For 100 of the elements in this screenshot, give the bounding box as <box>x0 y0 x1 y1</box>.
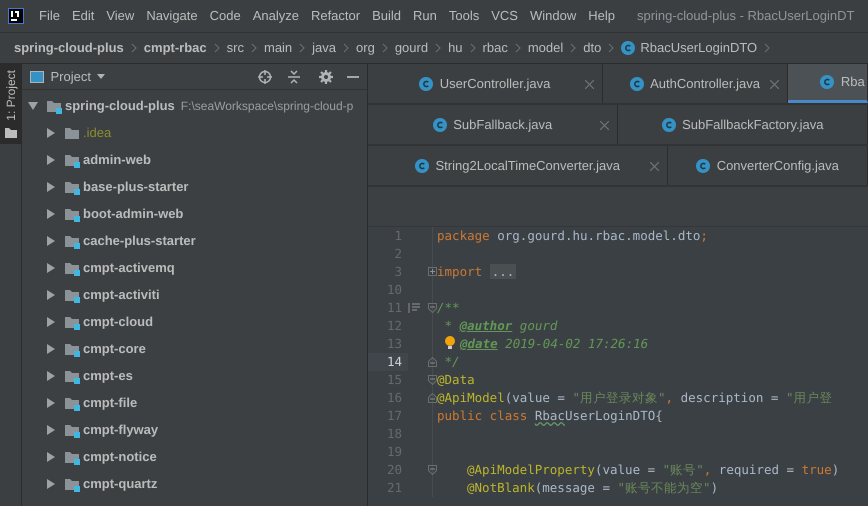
editor-tab[interactable]: UserController.java <box>368 64 603 103</box>
menu-item[interactable]: Run <box>407 6 443 26</box>
tree-item[interactable]: base-plus-starter <box>83 176 188 196</box>
fold-start-icon[interactable] <box>428 375 437 385</box>
chevron-icon <box>299 43 306 53</box>
collapsed-arrow-icon[interactable] <box>46 424 56 434</box>
chevron-icon <box>570 43 576 53</box>
tree-item[interactable]: cmpt-core <box>83 338 146 358</box>
collapsed-arrow-icon[interactable] <box>46 208 56 218</box>
close-icon[interactable] <box>584 80 594 89</box>
close-icon[interactable] <box>770 80 779 89</box>
breadcrumb-item[interactable]: dto <box>583 38 602 58</box>
tree-item[interactable]: admin-web <box>83 150 151 170</box>
breadcrumb-item[interactable]: rbac <box>482 38 508 58</box>
menu-item[interactable]: Analyze <box>246 6 305 26</box>
breadcrumb-item[interactable]: src <box>226 38 244 58</box>
fold-start-icon[interactable] <box>428 303 437 313</box>
tree-item[interactable]: cmpt-activemq <box>83 258 175 278</box>
collapsed-arrow-icon[interactable] <box>46 128 56 138</box>
collapsed-arrow-icon[interactable] <box>46 290 56 300</box>
menu-item[interactable]: File <box>33 6 66 26</box>
breadcrumb-item[interactable]: hu <box>448 38 463 58</box>
collapse-all-icon[interactable] <box>288 70 300 84</box>
fold-end-icon[interactable] <box>428 393 437 403</box>
collapsed-arrow-icon[interactable] <box>46 316 56 326</box>
tree-item[interactable]: cmpt-file <box>83 392 138 412</box>
tree-item[interactable]: cmpt-quartz <box>83 474 158 494</box>
breadcrumb-item[interactable]: gourd <box>394 38 428 58</box>
chevron-icon <box>514 43 521 53</box>
breadcrumb-item[interactable]: org <box>356 38 375 58</box>
code-line: * @author gourd <box>444 317 558 335</box>
editor-tab[interactable]: String2LocalTimeConverter.java <box>368 146 668 185</box>
code-line: @ApiModel(value = "用户登录对象", description = "用户登 <box>436 389 832 407</box>
breadcrumb-item[interactable]: RbacUserLoginDTO <box>640 38 758 58</box>
collapsed-arrow-icon[interactable] <box>46 154 56 164</box>
chevron-icon <box>214 43 220 53</box>
menu-item[interactable]: Code <box>204 6 247 26</box>
tree-item[interactable]: .idea <box>83 122 112 142</box>
collapsed-arrow-icon[interactable] <box>46 344 56 354</box>
menu-item[interactable]: Build <box>366 6 408 26</box>
collapsed-arrow-icon[interactable] <box>46 236 56 246</box>
class-icon <box>820 75 834 89</box>
editor-tab[interactable]: Rba <box>788 64 868 103</box>
menu-item[interactable]: Navigate <box>140 6 204 26</box>
tree-item[interactable]: cmpt-flyway <box>83 420 158 440</box>
class-icon <box>696 158 710 172</box>
code-line: package org.gourd.hu.rbac.model.dto; <box>436 227 708 245</box>
code-line: @date 2019-04-02 17:26:16 <box>433 335 648 353</box>
tree-item[interactable]: boot-admin-web <box>83 204 184 224</box>
class-icon <box>630 76 644 90</box>
tree-item[interactable]: spring-cloud-plus <box>65 96 175 116</box>
breadcrumb-item[interactable]: java <box>312 38 336 58</box>
fold-plus-icon[interactable] <box>428 267 437 276</box>
class-icon <box>415 158 429 172</box>
app-logo-icon <box>8 8 24 24</box>
fold-end-icon[interactable] <box>428 357 437 367</box>
chevron-icon <box>382 43 388 53</box>
menu-item[interactable]: Edit <box>66 6 100 26</box>
side-tab[interactable]: 1: Project <box>0 64 22 144</box>
menu-item[interactable]: View <box>100 6 140 26</box>
collapsed-arrow-icon[interactable] <box>46 452 56 462</box>
settings-icon[interactable] <box>318 70 332 84</box>
tree-item[interactable]: cmpt-cloud <box>83 312 154 332</box>
breadcrumb-item[interactable]: cmpt-rbac <box>144 38 207 58</box>
breadcrumb-item[interactable]: main <box>264 38 292 58</box>
menu-item[interactable]: Tools <box>442 6 486 26</box>
dropdown-caret-icon <box>97 74 106 79</box>
paragraph-lines-icon <box>408 303 420 313</box>
collapsed-arrow-icon[interactable] <box>46 398 56 408</box>
chevron-icon <box>435 43 442 53</box>
breadcrumb-item[interactable]: model <box>528 38 564 58</box>
expanded-arrow-icon[interactable] <box>28 100 38 110</box>
folder-icon <box>4 127 16 138</box>
lightbulb-icon[interactable] <box>445 336 455 350</box>
tree-item[interactable]: cmpt-notice <box>83 446 157 466</box>
collapsed-arrow-icon[interactable] <box>46 478 56 488</box>
close-icon[interactable] <box>600 121 609 130</box>
menu-item[interactable]: Window <box>524 6 582 26</box>
fold-start-icon[interactable] <box>428 465 437 475</box>
tree-item[interactable]: cmpt-activiti <box>83 284 160 304</box>
menu-item[interactable]: Refactor <box>304 6 366 26</box>
editor-tab[interactable]: SubFallback.java <box>368 105 618 144</box>
line-number: 14 <box>368 353 408 371</box>
chevron-icon <box>343 43 350 53</box>
close-icon[interactable] <box>650 162 659 171</box>
collapsed-arrow-icon[interactable] <box>46 182 56 192</box>
editor-tab[interactable]: ConverterConfig.java <box>668 146 868 185</box>
code-line: @NotBlank(message = "账号不能为空") <box>466 479 718 497</box>
crosshair-icon[interactable] <box>258 70 272 84</box>
tree-item[interactable]: cache-plus-starter <box>83 230 196 250</box>
breadcrumb-item[interactable]: spring-cloud-plus <box>14 38 124 58</box>
collapsed-arrow-icon[interactable] <box>46 262 56 272</box>
collapsed-arrow-icon[interactable] <box>46 370 56 380</box>
code-line: @ApiModelProperty(value = "账号", required = true) <box>466 461 840 479</box>
menu-item[interactable]: Help <box>582 6 621 26</box>
menu-item[interactable]: VCS <box>485 6 524 26</box>
tree-item[interactable]: cmpt-es <box>83 366 133 386</box>
code-line: /** <box>436 299 460 317</box>
editor-tab[interactable]: SubFallbackFactory.java <box>618 105 868 144</box>
panel-title[interactable]: Project <box>50 66 91 86</box>
